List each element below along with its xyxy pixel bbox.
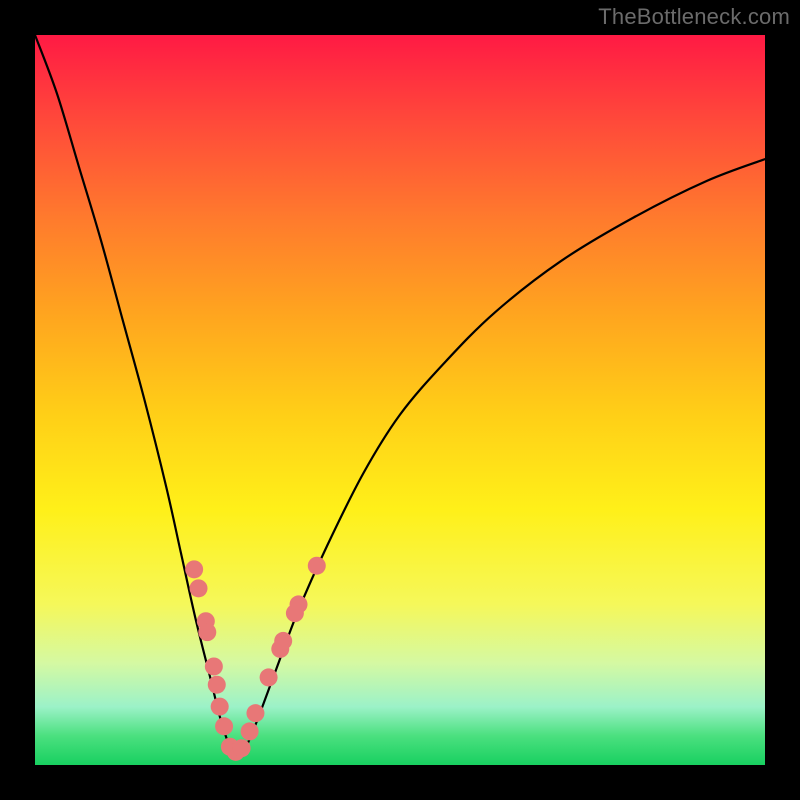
data-marker (205, 657, 223, 675)
data-marker (246, 704, 264, 722)
data-marker (290, 595, 308, 613)
bottleneck-curve (35, 35, 765, 754)
chart-svg (35, 35, 765, 765)
data-marker (208, 676, 226, 694)
data-marker (190, 579, 208, 597)
data-marker (215, 717, 233, 735)
data-marker (241, 722, 259, 740)
data-marker (260, 668, 278, 686)
data-marker (198, 623, 216, 641)
attribution-label: TheBottleneck.com (598, 4, 790, 30)
data-marker (274, 632, 292, 650)
data-marker (233, 739, 251, 757)
data-marker (211, 698, 229, 716)
data-marker (185, 560, 203, 578)
data-marker (308, 557, 326, 575)
